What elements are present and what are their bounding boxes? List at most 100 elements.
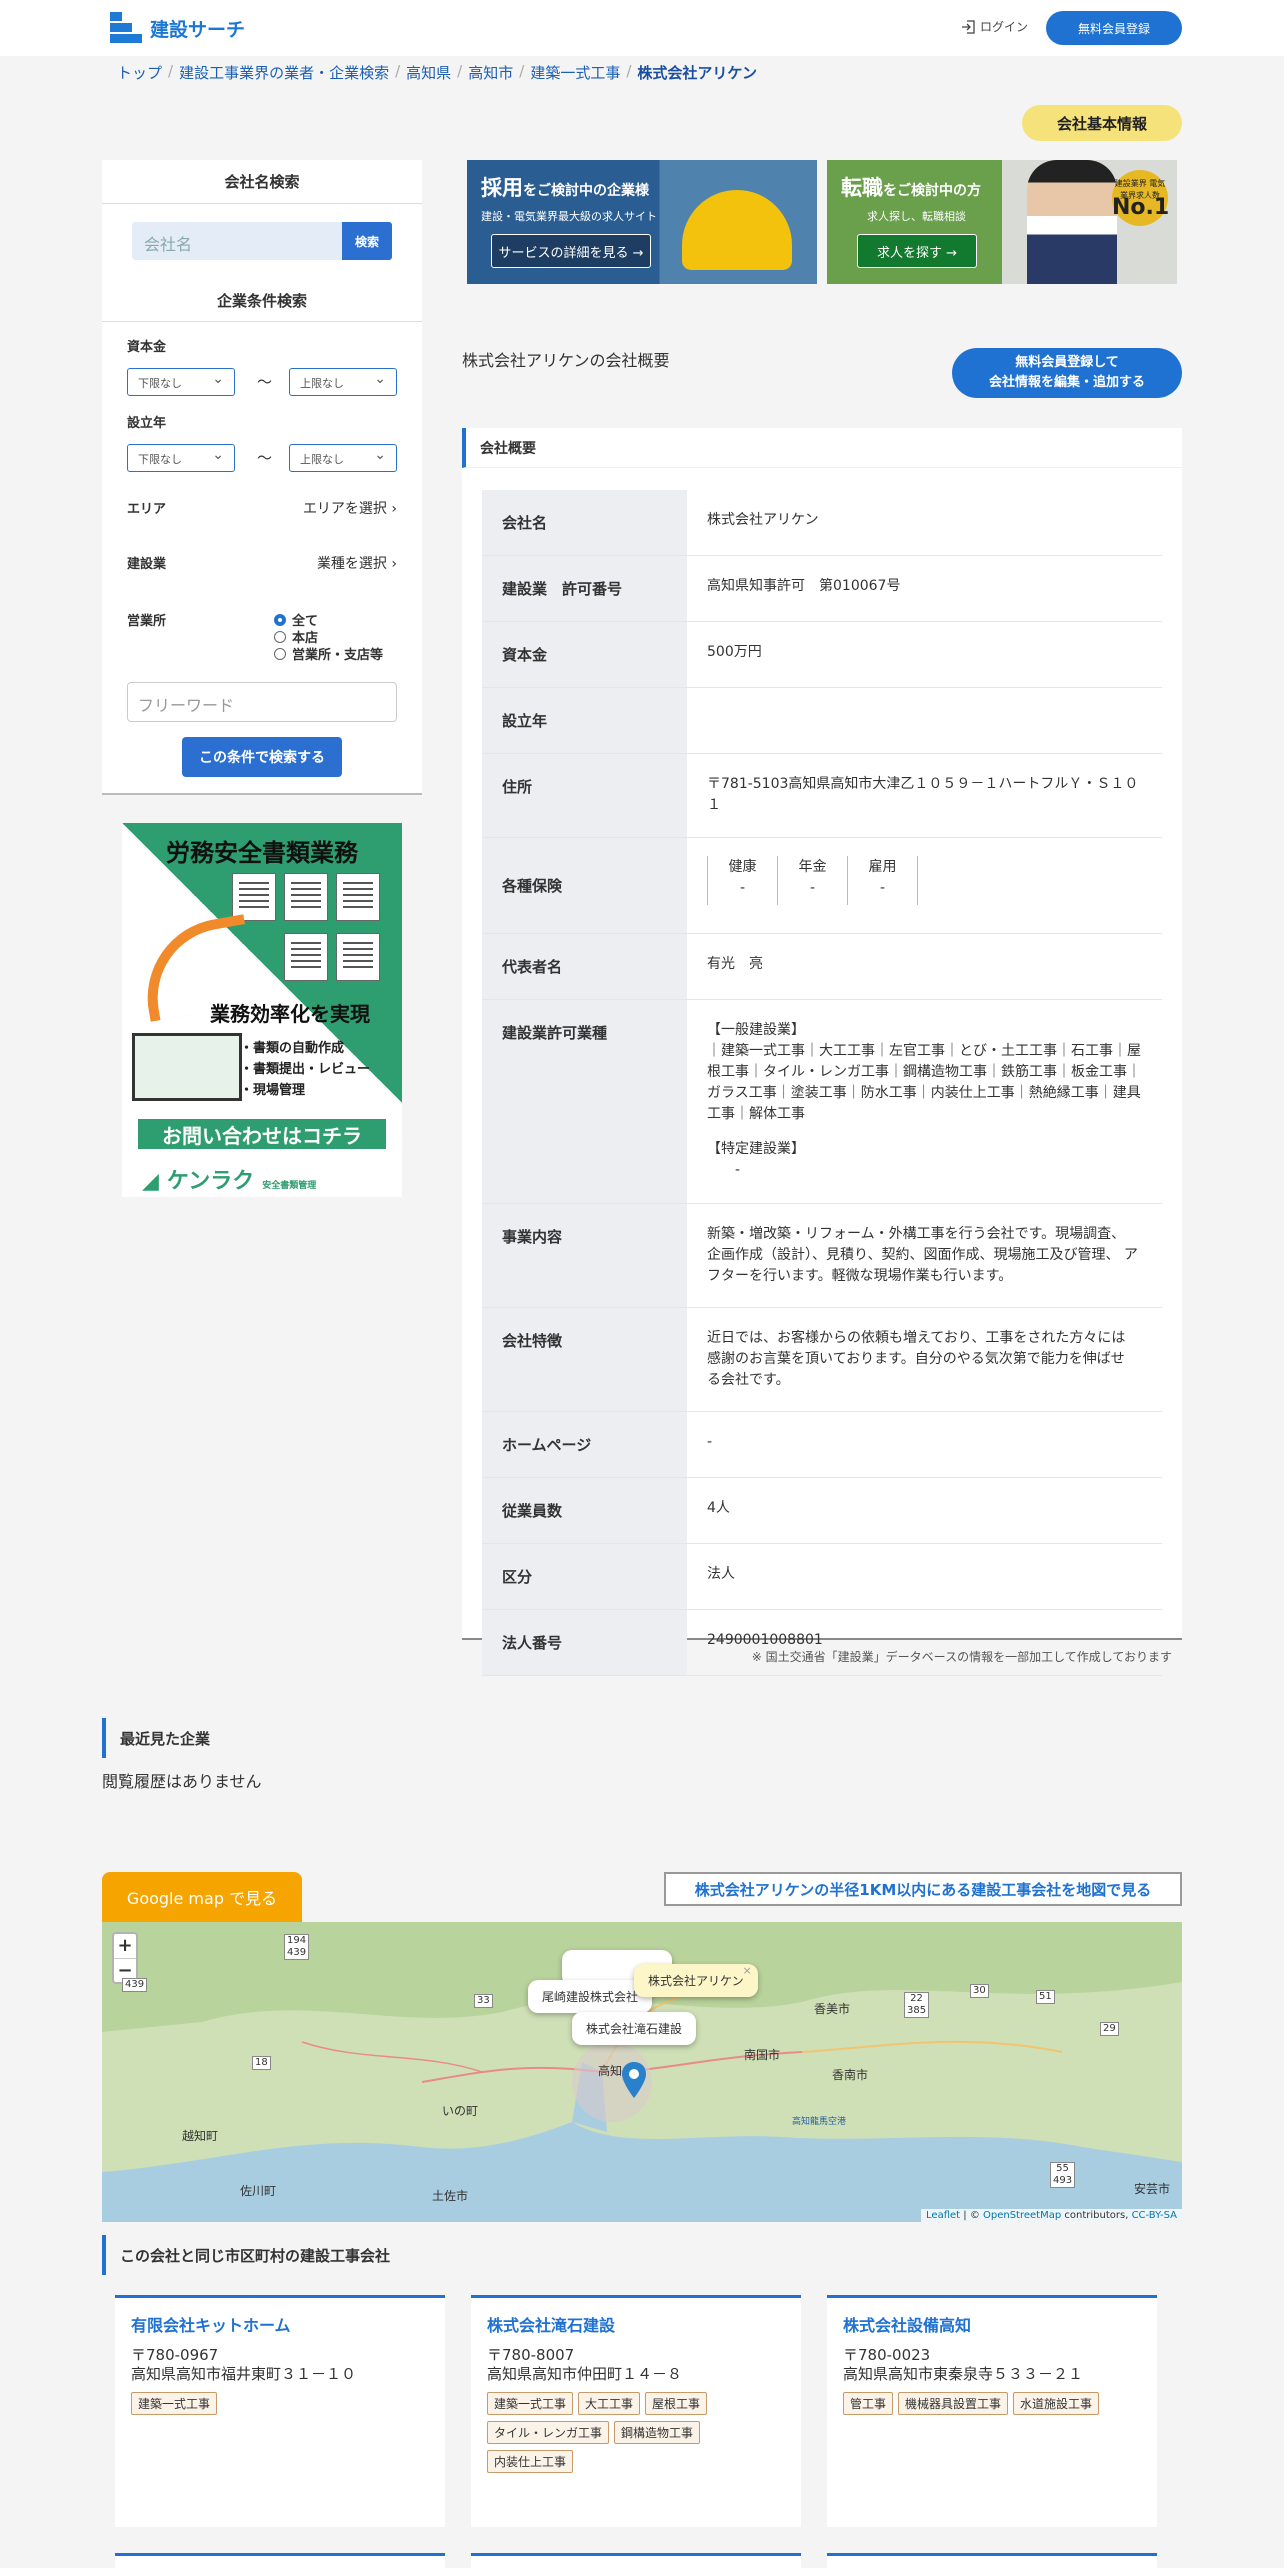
basic-info-badge: 会社基本情報 [1022, 105, 1182, 141]
hiring-banner-title: 採用をご検討中の企業様 [481, 176, 649, 200]
office-radio-branch[interactable]: 営業所・支店等 [274, 644, 383, 663]
office-label: 営業所 [127, 614, 167, 629]
google-map-button[interactable]: Google map で見る [102, 1872, 302, 1922]
industry-tag: 内装仕上工事 [487, 2450, 574, 2473]
map-route-label: 33 [474, 1994, 493, 2008]
breadcrumb-search[interactable]: 建設工事業界の業者・企業検索 [179, 62, 389, 83]
map-route-label: 194 439 [284, 1934, 310, 1960]
document-icon [284, 873, 328, 921]
founded-lower-select[interactable]: 下限なし [127, 444, 235, 472]
founded-upper-select[interactable]: 上限なし [289, 444, 397, 472]
company-card[interactable]: 株式会社滝石建設 〒780-8007 高知県高知市仲田町１４－８ 建築一式工事 … [471, 2295, 801, 2527]
breadcrumb-top[interactable]: トップ [117, 62, 162, 83]
popup-close-icon[interactable]: × [742, 1964, 751, 1977]
condition-search-title: 企業条件検索 [102, 280, 422, 322]
industry-tag: 屋根工事 [645, 2392, 708, 2415]
capital-upper-select[interactable]: 上限なし [289, 368, 397, 396]
overview-title: 株式会社アリケンの会社概要 [462, 351, 670, 370]
edit-company-button[interactable]: 無料会員登録して 会社情報を編集・追加する [952, 348, 1182, 398]
company-card-name[interactable]: 有限会社キットホーム [131, 2312, 429, 2336]
map-route-label: 29 [1100, 2022, 1119, 2036]
table-row: 法人番号 2490001008801 [482, 1609, 1162, 1676]
login-icon [962, 19, 975, 34]
map-popup-ariken[interactable]: 株式会社アリケン × [634, 1964, 758, 1997]
site-header: 建設サーチ ログイン 無料会員登録 [0, 0, 1284, 56]
kenraku-logo-icon: ◢ [142, 1169, 159, 1194]
company-card-name[interactable]: 株式会社滝石建設 [487, 2312, 785, 2336]
hiring-details-button[interactable]: サービスの詳細を見る → [491, 234, 651, 268]
company-name-input[interactable]: 会社名 [132, 222, 342, 260]
map-label: 香南市 [832, 2068, 869, 2082]
leaflet-link[interactable]: Leaflet [926, 2210, 960, 2221]
company-card[interactable]: 株式会社設備高知 〒780-0023 高知県高知市東秦泉寺５３３－２１ 管工事 … [827, 2295, 1157, 2527]
company-card-address: 高知県高知市福井東町３１－１０ [131, 2365, 357, 2383]
company-map[interactable]: + − 尾崎建設株式会社 株式会社滝石建設 株式会社アリケン × 香美市 南国市… [102, 1922, 1182, 2222]
company-card-name[interactable]: 株式会社設備高知 [843, 2312, 1141, 2336]
map-popup-takiishi[interactable]: 株式会社滝石建設 [572, 2012, 697, 2045]
industry-tag: 建築一式工事 [131, 2392, 218, 2415]
map-route-label: 30 [970, 1984, 989, 1998]
founded-label: 設立年 [127, 416, 167, 431]
map-label: 高知龍馬空港 [792, 2117, 847, 2127]
radio-checked-icon [274, 613, 286, 626]
breadcrumb-city[interactable]: 高知市 [468, 62, 513, 83]
breadcrumb-prefecture[interactable]: 高知県 [406, 62, 451, 83]
osm-link[interactable]: OpenStreetMap [983, 2210, 1061, 2221]
register-button[interactable]: 無料会員登録 [1046, 11, 1182, 45]
job-banner-sub: 求人探し、転職相談 [867, 210, 966, 223]
company-card-zip: 〒780-0967 [131, 2346, 219, 2364]
table-row: 会社名 株式会社アリケン [482, 490, 1162, 556]
insurance-health: 健康 - [707, 856, 778, 905]
table-row: 会社特徴 近日では、お客様からの依頼も増えており、工事をされた方々には 感謝のお言… [482, 1307, 1162, 1412]
table-row: 区分 法人 [482, 1543, 1162, 1610]
zoom-in-button[interactable]: + [114, 1934, 136, 1958]
document-icon [336, 873, 380, 921]
name-search-button[interactable]: 検索 [342, 222, 392, 260]
company-card[interactable]: 有限会社キットホーム 〒780-0967 高知県高知市福井東町３１－１０ 建築一… [115, 2295, 445, 2527]
breadcrumb-current: 株式会社アリケン [637, 64, 757, 82]
map-label: 佐川町 [240, 2184, 277, 2198]
map-label: 高知 [598, 2064, 623, 2078]
map-label: 香美市 [814, 2002, 851, 2016]
logo-text: 建設サーチ [150, 18, 246, 41]
job-change-banner[interactable]: 建設業界 電気業界求人数 No.1 転職をご検討中の方 求人探し、転職相談 求人を… [827, 160, 1177, 284]
ad-cta[interactable]: お問い合わせはコチラ [138, 1119, 386, 1149]
area-select-link[interactable]: エリアを選択 › [303, 498, 397, 518]
table-row: 代表者名 有光 亮 [482, 933, 1162, 1000]
freeword-input[interactable]: フリーワード [127, 682, 397, 722]
site-logo[interactable]: 建設サーチ [110, 12, 245, 44]
industry-tag: 水道施設工事 [1013, 2392, 1100, 2415]
map-route-label: 439 [122, 1978, 148, 1992]
company-card-zip: 〒780-8007 [487, 2346, 575, 2364]
same-area-heading: この会社と同じ市区町村の建設工事会社 [102, 2235, 404, 2275]
capital-lower-select[interactable]: 下限なし [127, 368, 235, 396]
map-route-label: 51 [1036, 1990, 1055, 2004]
kenraku-ad-banner[interactable]: 労務安全書類業務 業務効率化を実現 ・書類の自動作成 ・書類提出・レビュー ・現… [122, 823, 402, 1197]
area-label: エリア [127, 502, 167, 517]
login-link[interactable]: ログイン [960, 18, 1028, 35]
industry-select-link[interactable]: 業種を選択 › [317, 553, 397, 573]
map-route-label: 18 [252, 2056, 271, 2070]
license-link[interactable]: CC-BY-SA [1132, 2210, 1177, 2221]
hiring-banner[interactable]: 採用をご検討中の企業様 建設・電気業界最大級の求人サイト サービスの詳細を見る … [467, 160, 817, 284]
insurance-list: 健康 - 年金 - 雇用 - [707, 856, 1142, 905]
table-row: 設立年 [482, 687, 1162, 754]
recent-empty-text: 閲覧履歴はありません [102, 1772, 262, 1791]
document-icon [284, 933, 328, 981]
job-banner-title: 転職をご検討中の方 [841, 176, 981, 200]
radius-map-link[interactable]: 株式会社アリケンの半径1KM以内にある建設工事会社を地図で見る [664, 1872, 1182, 1906]
search-sidebar: 会社名検索 会社名 検索 企業条件検索 資本金 下限なし 〜 上限なし 設立年 … [102, 160, 422, 795]
company-card-partial [827, 2553, 1157, 2568]
ad-bullets: ・書類の自動作成 ・書類提出・レビュー ・現場管理 [240, 1041, 371, 1098]
industry-tag: 機械器具設置工事 [898, 2392, 1009, 2415]
job-search-button[interactable]: 求人を探す → [857, 234, 977, 268]
hiring-banner-sub: 建設・電気業界最大級の求人サイト [481, 210, 657, 223]
company-card-address: 高知県高知市仲田町１４－８ [487, 2365, 683, 2383]
breadcrumb-industry[interactable]: 建築一式工事 [530, 62, 620, 83]
map-marker-icon[interactable] [622, 2062, 646, 2098]
table-row: 従業員数 4人 [482, 1477, 1162, 1544]
insurance-pension: 年金 - [777, 856, 848, 905]
table-row: 事業内容 新築・増改築・リフォーム・外構工事を行う会社です。現場調査、 企画作成（… [482, 1203, 1162, 1308]
condition-search-button[interactable]: この条件で検索する [182, 737, 342, 777]
company-card-tags: 管工事 機械器具設置工事 水道施設工事 [843, 2392, 1141, 2415]
